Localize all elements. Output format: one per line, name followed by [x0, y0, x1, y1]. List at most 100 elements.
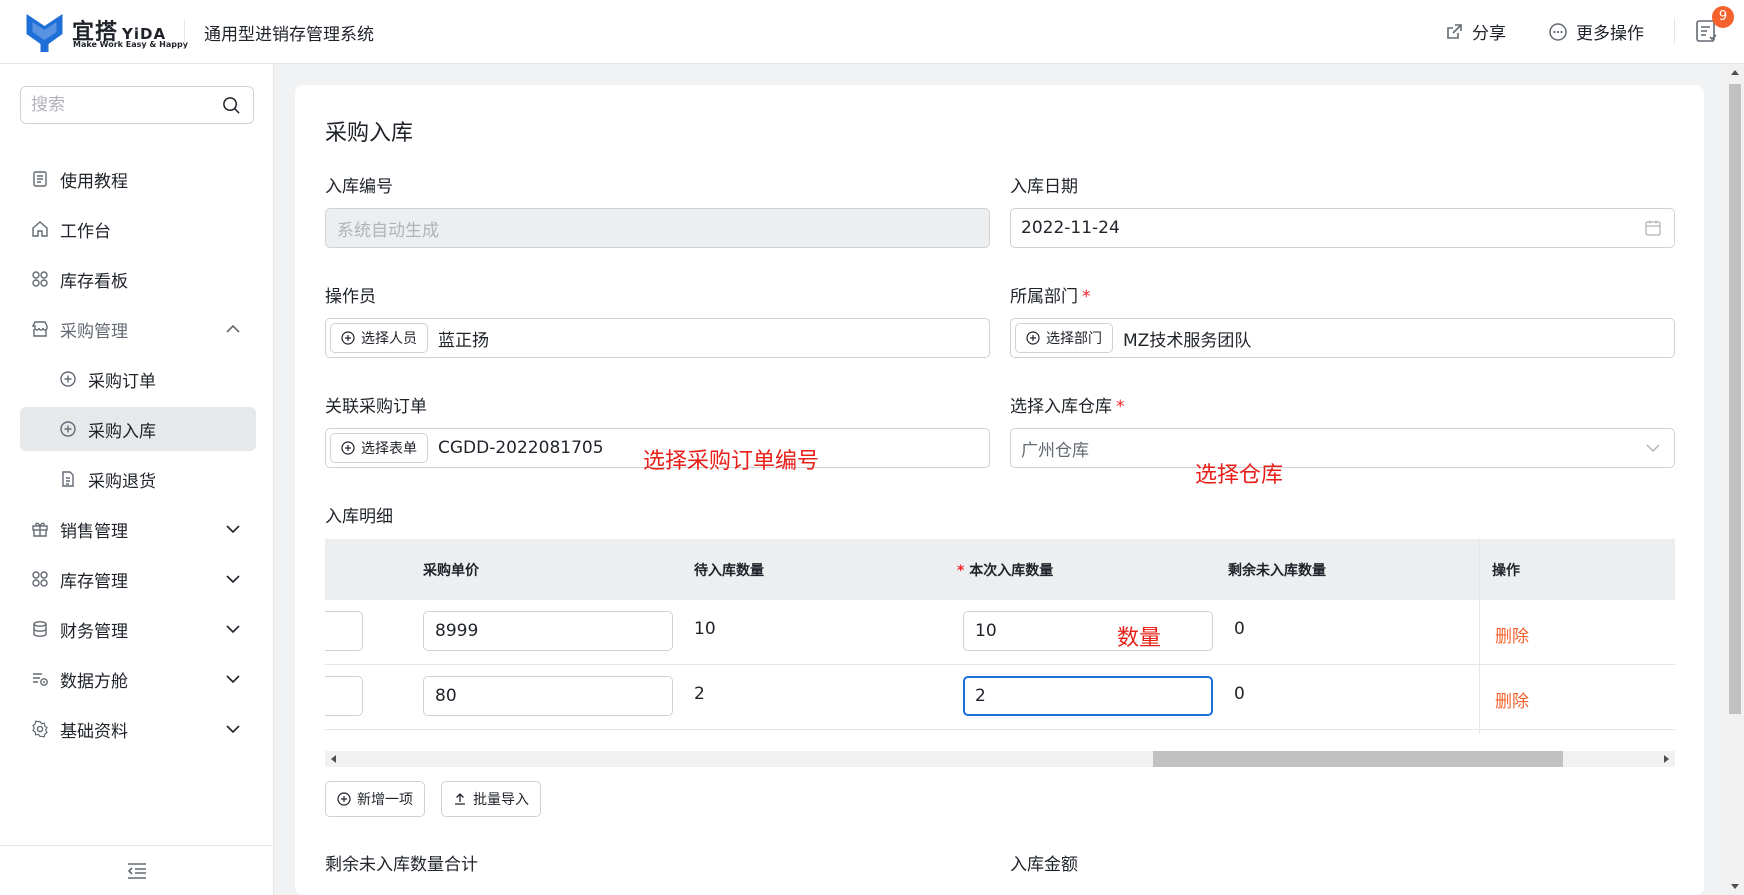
grid-icon: [30, 569, 50, 589]
warehouse-label: 选择入库仓库 *: [1010, 397, 1125, 417]
cell-input[interactable]: [325, 611, 363, 651]
operator-label: 操作员: [325, 287, 376, 307]
select-user-button[interactable]: 选择人员: [330, 323, 428, 353]
amount-label: 入库金额: [1010, 855, 1078, 875]
sidebar-item-finance-management[interactable]: 财务管理: [20, 607, 256, 651]
table-row: 80 2 2 0 删除: [325, 665, 1675, 730]
pending-qty: 10: [694, 619, 716, 639]
total-remaining-label: 剩余未入库数量合计: [325, 855, 478, 875]
table-horizontal-scrollbar[interactable]: [325, 751, 1675, 767]
search-box: [20, 86, 254, 124]
app-title: 通用型进销存管理系统: [204, 25, 374, 45]
date-label: 入库日期: [1010, 177, 1078, 197]
upload-icon: [455, 793, 465, 805]
required-mark: *: [1116, 397, 1125, 417]
unit-price-input[interactable]: 80: [423, 676, 673, 716]
plus-circle-icon: [58, 419, 78, 439]
sidebar-item-sales-management[interactable]: 销售管理: [20, 507, 256, 551]
dept-field[interactable]: 选择部门 MZ技术服务团队: [1010, 318, 1675, 358]
cell-input[interactable]: [325, 676, 363, 716]
sidebar-item-inventory-board[interactable]: 库存看板: [20, 257, 256, 301]
page-vertical-scrollbar[interactable]: [1726, 64, 1744, 895]
required-mark: *: [1082, 287, 1091, 307]
delete-link[interactable]: 删除: [1495, 687, 1529, 712]
unit-price-input[interactable]: 8999: [423, 611, 673, 651]
divider: [184, 20, 185, 44]
receipt-no-label: 入库编号: [325, 177, 393, 197]
annotation-quantity: 数量: [1117, 626, 1162, 651]
col-pending-qty: 待入库数量: [694, 563, 764, 579]
collapse-menu-icon[interactable]: [126, 861, 148, 881]
calendar-icon[interactable]: [1644, 219, 1662, 237]
more-icon: [1549, 22, 1567, 41]
scrollbar-thumb[interactable]: [1153, 751, 1563, 767]
select-form-button[interactable]: 选择表单: [330, 433, 428, 463]
yida-logo-icon[interactable]: [24, 12, 65, 52]
this-qty-input[interactable]: 2: [963, 676, 1213, 716]
sidebar-item-purchase-return[interactable]: 采购退货: [20, 457, 256, 501]
col-remaining-qty: 剩余未入库数量: [1228, 563, 1326, 579]
data-icon: [30, 669, 50, 689]
dept-label: 所属部门 *: [1010, 287, 1091, 307]
sidebar-item-basic-data[interactable]: 基础资料: [20, 707, 256, 751]
select-dept-button[interactable]: 选择部门: [1015, 323, 1113, 353]
more-actions-button[interactable]: 更多操作: [1548, 19, 1644, 44]
detail-label: 入库明细: [325, 507, 393, 527]
receipt-no-field: 系统自动生成: [325, 208, 990, 248]
remaining-qty: 0: [1234, 684, 1245, 704]
chevron-down-icon: [226, 525, 240, 534]
home-icon: [30, 219, 50, 239]
warehouse-select[interactable]: 广州仓库: [1010, 428, 1675, 468]
sidebar-item-data-cabin[interactable]: 数据方舱: [20, 657, 256, 701]
annotation-order: 选择采购订单编号: [643, 449, 820, 474]
sidebar-item-purchase-order[interactable]: 采购订单: [20, 357, 256, 401]
sidebar-item-tutorial[interactable]: 使用教程: [20, 157, 256, 201]
col-unit-price: 采购单价: [423, 563, 479, 579]
remaining-qty: 0: [1234, 619, 1245, 639]
detail-table: 采购单价 待入库数量 * 本次入库数量 剩余未入库数量 操作 8999 10 1…: [325, 539, 1675, 734]
chevron-down-icon: [226, 575, 240, 584]
annotation-warehouse: 选择仓库: [1195, 463, 1284, 488]
scroll-down-icon[interactable]: [1730, 881, 1740, 891]
plus-circle-icon: [1026, 331, 1040, 345]
document-icon: [30, 169, 50, 189]
scroll-up-icon[interactable]: [1730, 68, 1740, 78]
top-bar: 宜搭 YiDA Make Work Easy & Happy 通用型进销存管理系统…: [0, 0, 1744, 64]
plus-circle-icon: [58, 369, 78, 389]
operator-field[interactable]: 选择人员 蓝正扬: [325, 318, 990, 358]
table-header: 采购单价 待入库数量 * 本次入库数量 剩余未入库数量 操作: [325, 539, 1675, 600]
plus-circle-icon: [337, 792, 351, 806]
add-item-button[interactable]: 新增一项: [325, 781, 425, 817]
delete-link[interactable]: 删除: [1495, 622, 1529, 647]
form-card: 采购入库 入库编号 系统自动生成 入库日期 2022-11-24 操作员 选择人…: [295, 85, 1704, 895]
share-icon: [1447, 23, 1462, 39]
sidebar-item-workbench[interactable]: 工作台: [20, 207, 256, 251]
file-icon: [58, 469, 78, 489]
scrollbar-thumb[interactable]: [1729, 84, 1741, 714]
gift-icon: [30, 519, 50, 539]
table-row: 8999 10 10 0 删除: [325, 600, 1675, 665]
sidebar-item-purchase-management[interactable]: 采购管理: [20, 307, 256, 351]
sidebar-collapse-bar[interactable]: [0, 845, 274, 895]
date-field[interactable]: 2022-11-24: [1010, 208, 1675, 248]
chevron-down-icon: [226, 725, 240, 734]
search-icon[interactable]: [222, 96, 241, 115]
sidebar-item-stock-management[interactable]: 库存管理: [20, 557, 256, 601]
this-qty-input[interactable]: 10: [963, 611, 1213, 651]
plus-circle-icon: [341, 441, 355, 455]
search-input[interactable]: [21, 87, 211, 123]
scroll-right-icon[interactable]: [1661, 754, 1671, 764]
gear-icon: [30, 719, 50, 739]
chevron-down-icon: [226, 675, 240, 684]
scroll-left-icon[interactable]: [329, 754, 339, 764]
share-button[interactable]: 分享: [1444, 19, 1506, 44]
batch-import-button[interactable]: 批量导入: [441, 781, 541, 817]
divider: [1479, 539, 1480, 734]
store-icon: [30, 319, 50, 339]
grid-icon: [30, 269, 50, 289]
plus-circle-icon: [341, 331, 355, 345]
pending-qty: 2: [694, 684, 705, 704]
divider: [1674, 18, 1675, 44]
sidebar-item-purchase-receipt[interactable]: 采购入库: [20, 407, 256, 451]
col-this-qty: * 本次入库数量: [957, 563, 1054, 579]
